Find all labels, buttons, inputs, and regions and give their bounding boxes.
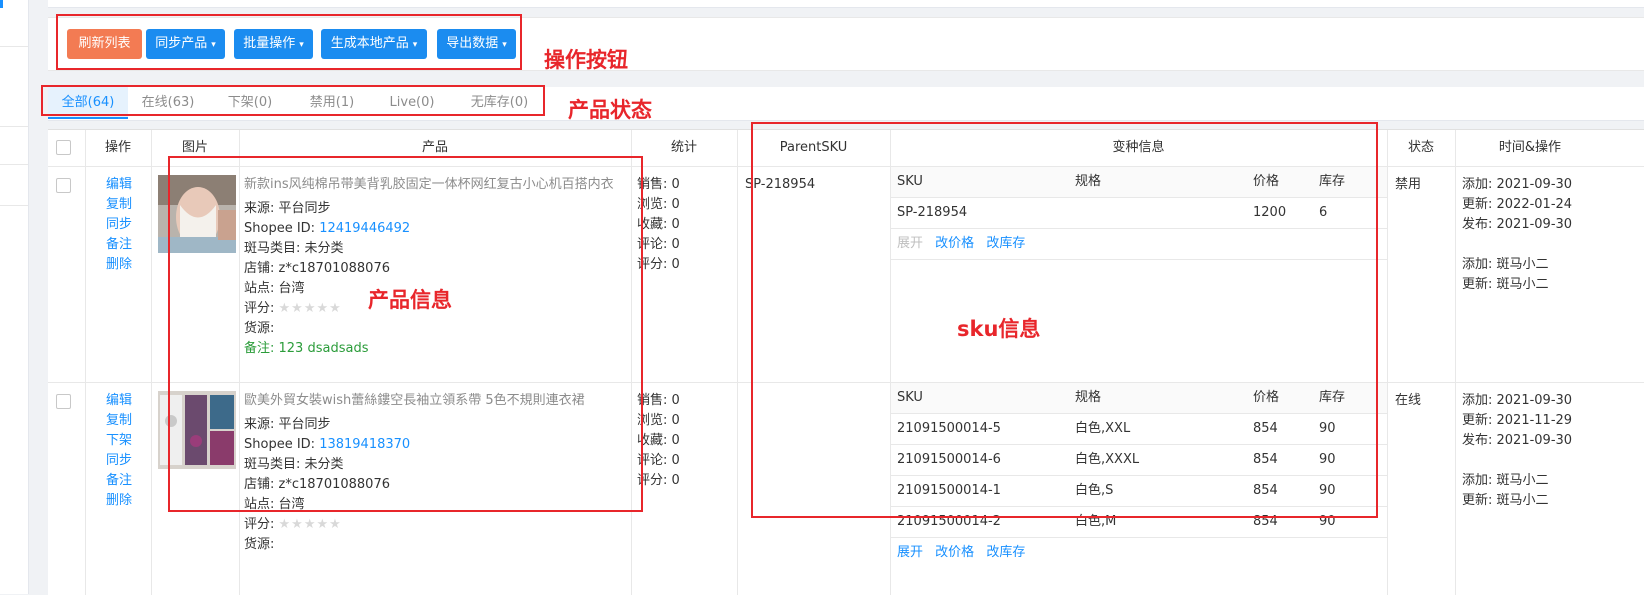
annotation-buttons-label: 操作按钮 (544, 48, 628, 72)
annotation-sku-label: sku信息 (957, 317, 1041, 341)
product-stats: 销售: 0 浏览: 0 收藏: 0 评论: 0 评分: 0 (637, 393, 680, 488)
left-nav (0, 0, 29, 594)
annotation-box-buttons (56, 14, 522, 70)
expand-link[interactable]: 展开 (897, 545, 923, 560)
header-ops: 操作 (104, 140, 131, 155)
status-value: 禁用 (1395, 177, 1422, 192)
status-value: 在线 (1395, 393, 1422, 408)
supply-label: 货源: (244, 537, 275, 552)
annotation-product-label: 产品信息 (368, 288, 452, 312)
nav-divider (0, 126, 28, 127)
annotation-box-status (41, 85, 545, 116)
rating-stars-icon: ★★★★★ (278, 517, 342, 532)
row-checkbox[interactable] (56, 178, 71, 193)
edit-link[interactable]: 编辑 (106, 175, 134, 195)
row-actions: 编辑 复制 同步 备注 删除 (106, 175, 134, 275)
note-link[interactable]: 备注 (106, 471, 134, 491)
nav-active-indicator (0, 0, 3, 8)
sync-link[interactable]: 同步 (106, 451, 134, 471)
annotation-box-sku (751, 122, 1378, 518)
header-status: 状态 (1407, 140, 1434, 155)
nav-divider (0, 46, 28, 47)
row-actions: 编辑 复制 下架 同步 备注 删除 (106, 391, 134, 511)
copy-link[interactable]: 复制 (106, 411, 134, 431)
select-all-checkbox[interactable] (56, 140, 71, 155)
nav-divider (0, 164, 28, 165)
header-time-ops: 时间&操作 (1498, 140, 1562, 155)
edit-link[interactable]: 编辑 (106, 391, 134, 411)
delete-link[interactable]: 删除 (106, 491, 134, 511)
header-stats: 统计 (670, 140, 697, 155)
row-checkbox[interactable] (56, 394, 71, 409)
time-info: 添加: 2021-09-30 更新: 2022-01-24 发布: 2021-0… (1462, 177, 1573, 292)
note-link[interactable]: 备注 (106, 235, 134, 255)
top-strip (48, 0, 1644, 8)
time-info: 添加: 2021-09-30 更新: 2021-11-29 发布: 2021-0… (1462, 393, 1573, 508)
annotation-box-product (168, 156, 643, 512)
edit-price-link[interactable]: 改价格 (935, 545, 974, 560)
nav-divider (0, 205, 28, 206)
delist-link[interactable]: 下架 (106, 431, 134, 451)
sync-link[interactable]: 同步 (106, 215, 134, 235)
annotation-status-label: 产品状态 (568, 98, 652, 122)
delete-link[interactable]: 删除 (106, 255, 134, 275)
copy-link[interactable]: 复制 (106, 195, 134, 215)
product-stats: 销售: 0 浏览: 0 收藏: 0 评论: 0 评分: 0 (637, 177, 680, 272)
edit-stock-link[interactable]: 改库存 (986, 545, 1025, 560)
